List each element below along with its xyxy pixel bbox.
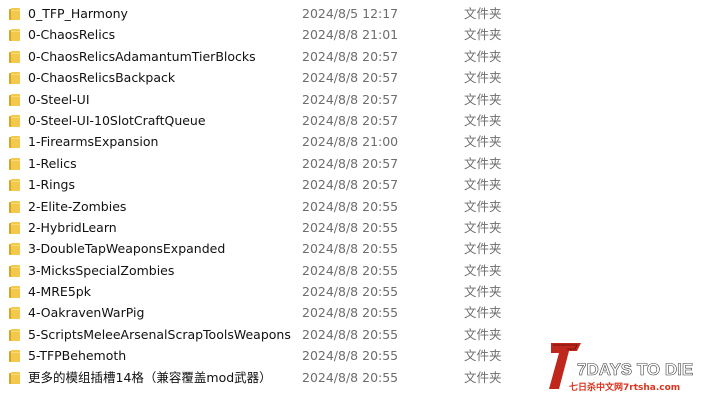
file-type: 文件夹 bbox=[464, 134, 502, 150]
file-name[interactable]: 0-ChaosRelics bbox=[28, 24, 115, 45]
file-row[interactable]: 0-Steel-UI 2024/8/8 20:57 文件夹 bbox=[0, 89, 705, 110]
file-row[interactable]: 0-Steel-UI-10SlotCraftQueue 2024/8/8 20:5… bbox=[0, 110, 705, 131]
file-type: 文件夹 bbox=[464, 284, 502, 300]
file-date: 2024/8/8 20:57 bbox=[302, 177, 399, 193]
file-name[interactable]: 1-Relics bbox=[28, 153, 77, 174]
file-row[interactable]: 0-ChaosRelicsAdamantumTierBlocks 2024/8/8… bbox=[0, 46, 705, 67]
file-type: 文件夹 bbox=[464, 305, 502, 321]
file-name[interactable]: 3-MicksSpecialZombies bbox=[28, 260, 174, 281]
file-type: 文件夹 bbox=[464, 48, 502, 64]
file-name[interactable]: 0_TFP_Harmony bbox=[28, 3, 128, 24]
file-name[interactable]: 2-HybridLearn bbox=[28, 217, 117, 238]
file-name[interactable]: 1-FirearmsExpansion bbox=[28, 131, 158, 152]
file-type: 文件夹 bbox=[464, 241, 502, 257]
file-row[interactable]: 0-ChaosRelicsBackpack 2024/8/8 20:57 文件夹 bbox=[0, 67, 705, 88]
watermark-subtitle: 七日杀中文网7rtsha.com bbox=[569, 381, 680, 393]
file-type: 文件夹 bbox=[464, 70, 502, 86]
file-date: 2024/8/8 20:57 bbox=[302, 155, 399, 171]
file-name[interactable]: 4-OakravenWarPig bbox=[28, 302, 144, 323]
file-date: 2024/8/8 20:55 bbox=[302, 262, 399, 278]
file-type: 文件夹 bbox=[464, 219, 502, 235]
folder-icon bbox=[9, 157, 20, 170]
file-date: 2024/8/8 20:57 bbox=[302, 48, 399, 64]
file-name[interactable]: 4-MRE5pk bbox=[28, 281, 91, 302]
file-date: 2024/8/8 20:55 bbox=[302, 219, 399, 235]
file-type: 文件夹 bbox=[464, 177, 502, 193]
file-type: 文件夹 bbox=[464, 326, 502, 342]
file-row[interactable]: 3-MicksSpecialZombies 2024/8/8 20:55 文件夹 bbox=[0, 260, 705, 281]
file-date: 2024/8/8 20:55 bbox=[302, 198, 399, 214]
file-name[interactable]: 0-ChaosRelicsAdamantumTierBlocks bbox=[28, 46, 256, 67]
file-row[interactable]: 4-OakravenWarPig 2024/8/8 20:55 文件夹 bbox=[0, 302, 705, 323]
file-type: 文件夹 bbox=[464, 91, 502, 107]
folder-icon bbox=[9, 179, 20, 192]
file-date: 2024/8/8 20:55 bbox=[302, 241, 399, 257]
file-date: 2024/8/8 20:55 bbox=[302, 305, 399, 321]
file-date: 2024/8/8 20:57 bbox=[302, 70, 399, 86]
file-name[interactable]: 0-Steel-UI bbox=[28, 89, 90, 110]
file-row[interactable]: 3-DoubleTapWeaponsExpanded 2024/8/8 20:55… bbox=[0, 238, 705, 259]
watermark-logo: 7DAYS TO DIE 七日杀中文网7rtsha.com bbox=[547, 337, 697, 397]
file-name[interactable]: 5-TFPBehemoth bbox=[28, 345, 126, 366]
file-date: 2024/8/8 20:55 bbox=[302, 369, 399, 385]
file-date: 2024/8/5 12:17 bbox=[302, 6, 399, 21]
folder-icon bbox=[9, 200, 20, 213]
file-row[interactable]: 2-HybridLearn 2024/8/8 20:55 文件夹 bbox=[0, 217, 705, 238]
file-name[interactable]: 3-DoubleTapWeaponsExpanded bbox=[28, 238, 225, 259]
file-type: 文件夹 bbox=[464, 6, 502, 21]
file-date: 2024/8/8 20:55 bbox=[302, 284, 399, 300]
folder-icon bbox=[9, 221, 20, 234]
file-name[interactable]: 0-Steel-UI-10SlotCraftQueue bbox=[28, 110, 206, 131]
file-date: 2024/8/8 21:00 bbox=[302, 134, 399, 150]
file-type: 文件夹 bbox=[464, 198, 502, 214]
file-date: 2024/8/8 20:55 bbox=[302, 348, 399, 364]
file-date: 2024/8/8 20:55 bbox=[302, 326, 399, 342]
folder-icon bbox=[9, 350, 20, 363]
folder-icon bbox=[9, 328, 20, 341]
folder-icon bbox=[9, 8, 20, 20]
file-type: 文件夹 bbox=[464, 112, 502, 128]
file-type: 文件夹 bbox=[464, 262, 502, 278]
folder-icon bbox=[9, 29, 20, 42]
file-type: 文件夹 bbox=[464, 155, 502, 171]
file-date: 2024/8/8 21:01 bbox=[302, 27, 399, 43]
folder-icon bbox=[9, 136, 20, 149]
file-date: 2024/8/8 20:57 bbox=[302, 112, 399, 128]
file-type: 文件夹 bbox=[464, 369, 502, 385]
folder-icon bbox=[9, 264, 20, 277]
file-date: 2024/8/8 20:57 bbox=[302, 91, 399, 107]
file-row[interactable]: 0-ChaosRelics 2024/8/8 21:01 文件夹 bbox=[0, 24, 705, 45]
file-row[interactable]: 2-Elite-Zombies 2024/8/8 20:55 文件夹 bbox=[0, 196, 705, 217]
file-row[interactable]: 0_TFP_Harmony 2024/8/5 12:17 文件夹 bbox=[0, 3, 705, 24]
file-name[interactable]: 1-Rings bbox=[28, 174, 75, 195]
folder-icon bbox=[9, 286, 20, 299]
folder-icon bbox=[9, 72, 20, 85]
file-name[interactable]: 0-ChaosRelicsBackpack bbox=[28, 67, 175, 88]
file-row[interactable]: 1-Rings 2024/8/8 20:57 文件夹 bbox=[0, 174, 705, 195]
file-row[interactable]: 1-FirearmsExpansion 2024/8/8 21:00 文件夹 bbox=[0, 131, 705, 152]
file-list: 0_TFP_Harmony 2024/8/5 12:17 文件夹 0-ChaosRel… bbox=[0, 3, 705, 388]
folder-icon bbox=[9, 307, 20, 320]
file-row[interactable]: 4-MRE5pk 2024/8/8 20:55 文件夹 bbox=[0, 281, 705, 302]
file-type: 文件夹 bbox=[464, 348, 502, 364]
file-row[interactable]: 1-Relics 2024/8/8 20:57 文件夹 bbox=[0, 153, 705, 174]
file-type: 文件夹 bbox=[464, 27, 502, 43]
folder-icon bbox=[9, 243, 20, 256]
folder-icon bbox=[9, 50, 20, 63]
folder-icon bbox=[9, 114, 20, 127]
folder-icon bbox=[9, 93, 20, 106]
watermark-title: 7DAYS TO DIE bbox=[577, 360, 693, 379]
file-name[interactable]: 2-Elite-Zombies bbox=[28, 196, 126, 217]
file-name[interactable]: 5-ScriptsMeleeArsenalScrapToolsWeapons bbox=[28, 324, 291, 345]
folder-icon bbox=[9, 371, 20, 384]
file-name[interactable]: 更多的模组插槽14格（兼容覆盖mod武器） bbox=[28, 367, 272, 388]
